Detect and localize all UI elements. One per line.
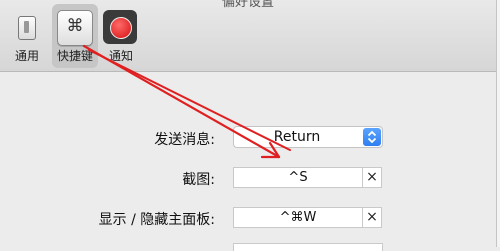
annotation-arrow: [82, 44, 291, 159]
preferences-window: 偏好设置 通用 ⌘ 快捷键 通知 发送消息: Return 截图: ^S × 显…: [0, 0, 496, 251]
adjacent-window-edge: [496, 0, 500, 247]
